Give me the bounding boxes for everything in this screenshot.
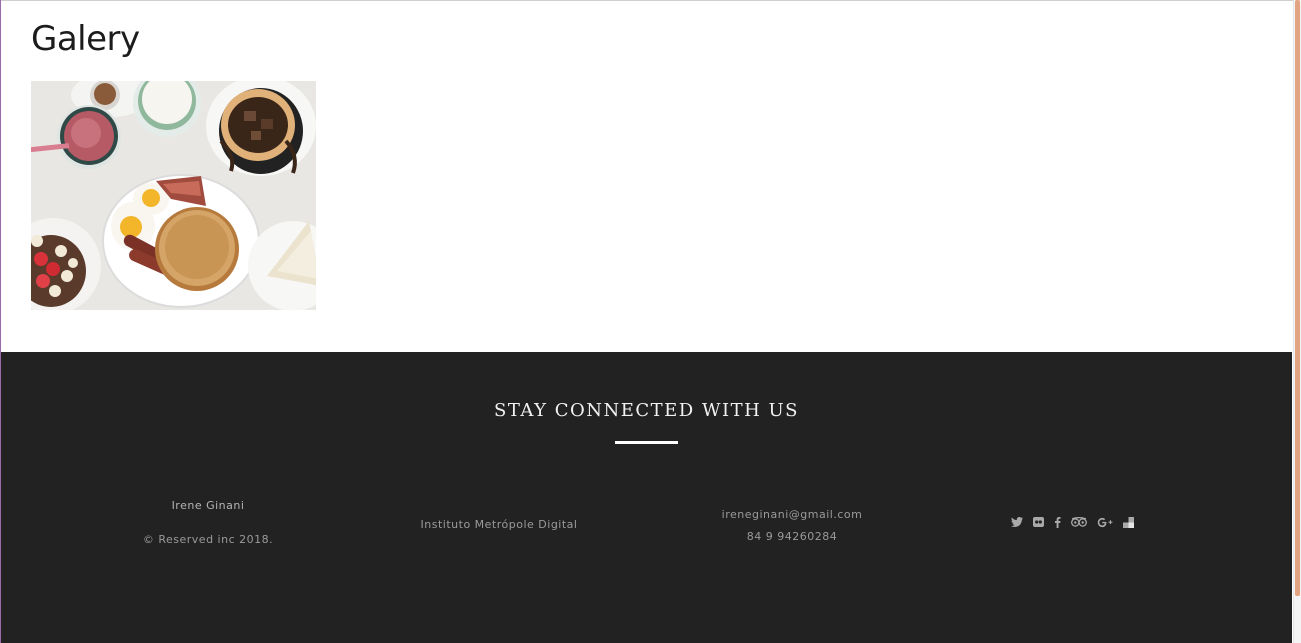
delicious-icon[interactable] [1123,516,1134,528]
frame-border [0,0,1293,1]
gallery-title: Galery [31,19,140,59]
google-plus-icon[interactable] [1097,517,1113,528]
footer-author-name: Irene Ginani [171,499,245,512]
page: Galery STAY CONNECTED WITH US Irene Gina… [0,0,1301,643]
twitter-icon[interactable] [1011,517,1023,527]
facebook-icon[interactable] [1054,516,1061,528]
footer: STAY CONNECTED WITH US Irene Ginani © Re… [1,352,1292,643]
gallery-breakfast-photo[interactable] [31,81,316,310]
footer-phone: 84 9 94260284 [746,530,838,543]
footer-divider [615,441,678,444]
flickr-icon[interactable] [1033,517,1044,527]
tripadvisor-icon[interactable] [1071,517,1087,527]
scrollbar-thumb[interactable] [1295,0,1300,596]
footer-heading: STAY CONNECTED WITH US [493,400,799,421]
social-icons [1011,514,1144,530]
vertical-scrollbar[interactable] [1293,0,1301,643]
footer-copyright: © Reserved inc 2018. [142,533,274,546]
footer-email[interactable]: ireneginani@gmail.com [692,508,892,521]
footer-institute: Instituto Metrópole Digital [420,518,578,531]
